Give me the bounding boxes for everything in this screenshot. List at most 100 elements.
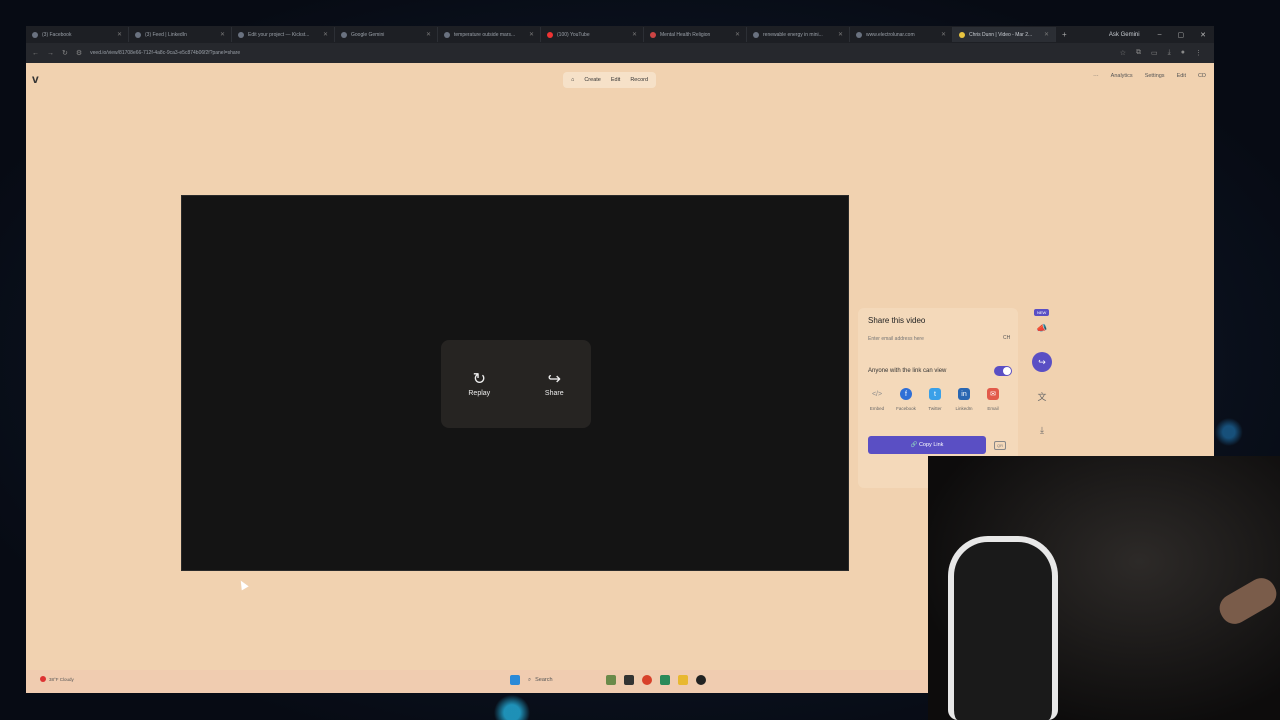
- replay-button[interactable]: ↻ Replay: [468, 370, 490, 397]
- nav-create[interactable]: Create: [584, 77, 601, 83]
- menu-icon[interactable]: ⋮: [1195, 49, 1202, 57]
- share-twitter[interactable]: t Twitter: [922, 388, 948, 411]
- replay-icon: ↻: [472, 370, 486, 388]
- share-tool-icon[interactable]: ↪: [1032, 352, 1052, 372]
- share-email[interactable]: ✉ Email: [980, 388, 1006, 411]
- nav-edit[interactable]: Edit: [611, 77, 620, 83]
- facebook-icon: [32, 31, 38, 38]
- tab-youtube[interactable]: (100) YouTube ✕: [541, 27, 644, 42]
- qr-code-button[interactable]: QR: [994, 441, 1006, 450]
- new-badge: NEW: [1034, 309, 1050, 316]
- close-icon[interactable]: ✕: [838, 31, 843, 38]
- tab-kickstarter[interactable]: Edit your project — Kickst... ✕: [232, 27, 335, 42]
- gaming-chair: [948, 536, 1058, 720]
- tab-bar: (3) Facebook ✕ (3) Feed | LinkedIn ✕ Edit …: [26, 26, 1214, 43]
- webcam-overlay: [928, 456, 1280, 720]
- taskbar-center: ⌕ Search: [510, 675, 706, 685]
- download-tool-icon[interactable]: ⤓: [1032, 420, 1052, 440]
- access-toggle[interactable]: [994, 366, 1012, 376]
- kickstarter-icon: [238, 31, 244, 38]
- share-facebook[interactable]: f Facebook: [893, 388, 919, 411]
- close-icon[interactable]: ✕: [323, 31, 328, 38]
- social-share-row: </> Embed f Facebook t Twitter in Linked…: [864, 388, 1006, 411]
- close-icon[interactable]: ✕: [117, 31, 122, 38]
- bookmark-star-icon[interactable]: ☆: [1120, 49, 1126, 57]
- email-tag[interactable]: CH: [1003, 335, 1010, 341]
- home-icon[interactable]: ⌂: [571, 77, 574, 83]
- translate-icon[interactable]: 文: [1032, 386, 1052, 406]
- tab-facebook[interactable]: (3) Facebook ✕: [26, 27, 129, 42]
- close-icon[interactable]: ✕: [1044, 31, 1049, 38]
- video-player[interactable]: ↻ Replay ↪ Share: [181, 195, 849, 571]
- close-window-icon[interactable]: ✕: [1192, 31, 1214, 39]
- weather-widget[interactable]: 38°F Cloudy: [40, 676, 74, 682]
- tab-gemini[interactable]: Google Gemini ✕: [335, 27, 438, 42]
- task-view-icon[interactable]: [624, 675, 634, 685]
- more-button[interactable]: ···: [1093, 73, 1099, 79]
- tab-linkedin[interactable]: (3) Feed | LinkedIn ✕: [129, 27, 232, 42]
- edit-button[interactable]: Edit: [1177, 73, 1186, 79]
- tab-mental-health[interactable]: Mental Health Religion ✕: [644, 27, 747, 42]
- back-icon[interactable]: ←: [32, 50, 39, 57]
- tab-electrolunar[interactable]: www.electrolunar.com ✕: [850, 27, 953, 42]
- announcement-icon[interactable]: 📣: [1032, 318, 1052, 338]
- chrome-icon[interactable]: [642, 675, 652, 685]
- tab-google-search[interactable]: temperature outside mars... ✕: [438, 27, 541, 42]
- profile-icon[interactable]: ●: [1181, 49, 1185, 57]
- google-icon: [444, 31, 450, 38]
- forward-icon[interactable]: →: [47, 50, 54, 57]
- close-icon[interactable]: ✕: [632, 31, 637, 38]
- share-embed[interactable]: </> Embed: [864, 388, 890, 412]
- share-panel-title: Share this video: [868, 316, 926, 325]
- youtube-icon: [547, 31, 553, 38]
- embed-icon: </>: [871, 390, 883, 398]
- google-icon: [753, 31, 759, 38]
- close-icon[interactable]: ✕: [426, 31, 431, 38]
- close-icon[interactable]: ✕: [735, 31, 740, 38]
- link-icon: 🔗: [910, 442, 919, 448]
- mouse-cursor-icon: [237, 578, 249, 591]
- new-tab-button[interactable]: +: [1056, 30, 1073, 39]
- address-bar: ← → ↻ ⚙ veed.io/view/81708e66-712f-4a8c-…: [26, 43, 1214, 63]
- settings-button[interactable]: Settings: [1145, 73, 1165, 79]
- close-icon[interactable]: ✕: [941, 31, 946, 38]
- side-toolbar: 📣 ↪ 文 ⤓ 💬: [1032, 318, 1052, 474]
- tab-renewable-energy[interactable]: renewable energy in mini... ✕: [747, 27, 850, 42]
- site-info-icon[interactable]: ⚙: [76, 49, 82, 57]
- taskbar-search[interactable]: ⌕ Search: [528, 677, 598, 684]
- email-icon: ✉: [987, 388, 999, 400]
- extensions-icon[interactable]: ⧉: [1136, 49, 1141, 57]
- windows-start-icon[interactable]: [510, 675, 520, 685]
- person-arm: [1214, 573, 1280, 629]
- share-button[interactable]: ↪ Share: [545, 371, 564, 397]
- linkedin-icon: [135, 31, 141, 38]
- minimize-icon[interactable]: –: [1150, 31, 1170, 38]
- veed-logo[interactable]: v: [32, 72, 39, 86]
- facebook-icon: f: [900, 388, 912, 400]
- email-input[interactable]: [868, 332, 988, 346]
- widget-icon[interactable]: [606, 675, 616, 685]
- close-icon[interactable]: ✕: [220, 31, 225, 38]
- analytics-button[interactable]: Analytics: [1111, 73, 1133, 79]
- windows-taskbar: 38°F Cloudy ⌕ Search: [26, 670, 928, 693]
- app-icon[interactable]: [660, 675, 670, 685]
- user-avatar[interactable]: CD: [1198, 73, 1206, 79]
- close-icon[interactable]: ✕: [529, 31, 534, 38]
- top-right-actions: ··· Analytics Settings Edit CD: [1093, 73, 1206, 79]
- obs-icon[interactable]: [696, 675, 706, 685]
- site-icon: [650, 31, 656, 38]
- url-field[interactable]: veed.io/view/81708e66-712f-4a8c-9ca3-e5c…: [90, 50, 240, 56]
- nav-record[interactable]: Record: [630, 77, 648, 83]
- access-label: Anyone with the link can view: [868, 368, 947, 374]
- split-view-icon[interactable]: ▭: [1151, 49, 1158, 57]
- file-explorer-icon[interactable]: [678, 675, 688, 685]
- ask-gemini-button[interactable]: Ask Gemini: [1099, 32, 1150, 38]
- maximize-icon[interactable]: ▢: [1170, 31, 1193, 39]
- share-linkedin[interactable]: in LinkedIn: [951, 388, 977, 411]
- copy-link-button[interactable]: 🔗 Copy Link: [868, 436, 986, 454]
- download-icon[interactable]: ⤓: [1168, 49, 1171, 57]
- linkedin-icon: in: [958, 388, 970, 400]
- reload-icon[interactable]: ↻: [62, 49, 68, 57]
- veed-icon: [959, 31, 965, 38]
- tab-veed-video[interactable]: Chris Dunn | Video - Mar 2... ✕: [953, 27, 1056, 42]
